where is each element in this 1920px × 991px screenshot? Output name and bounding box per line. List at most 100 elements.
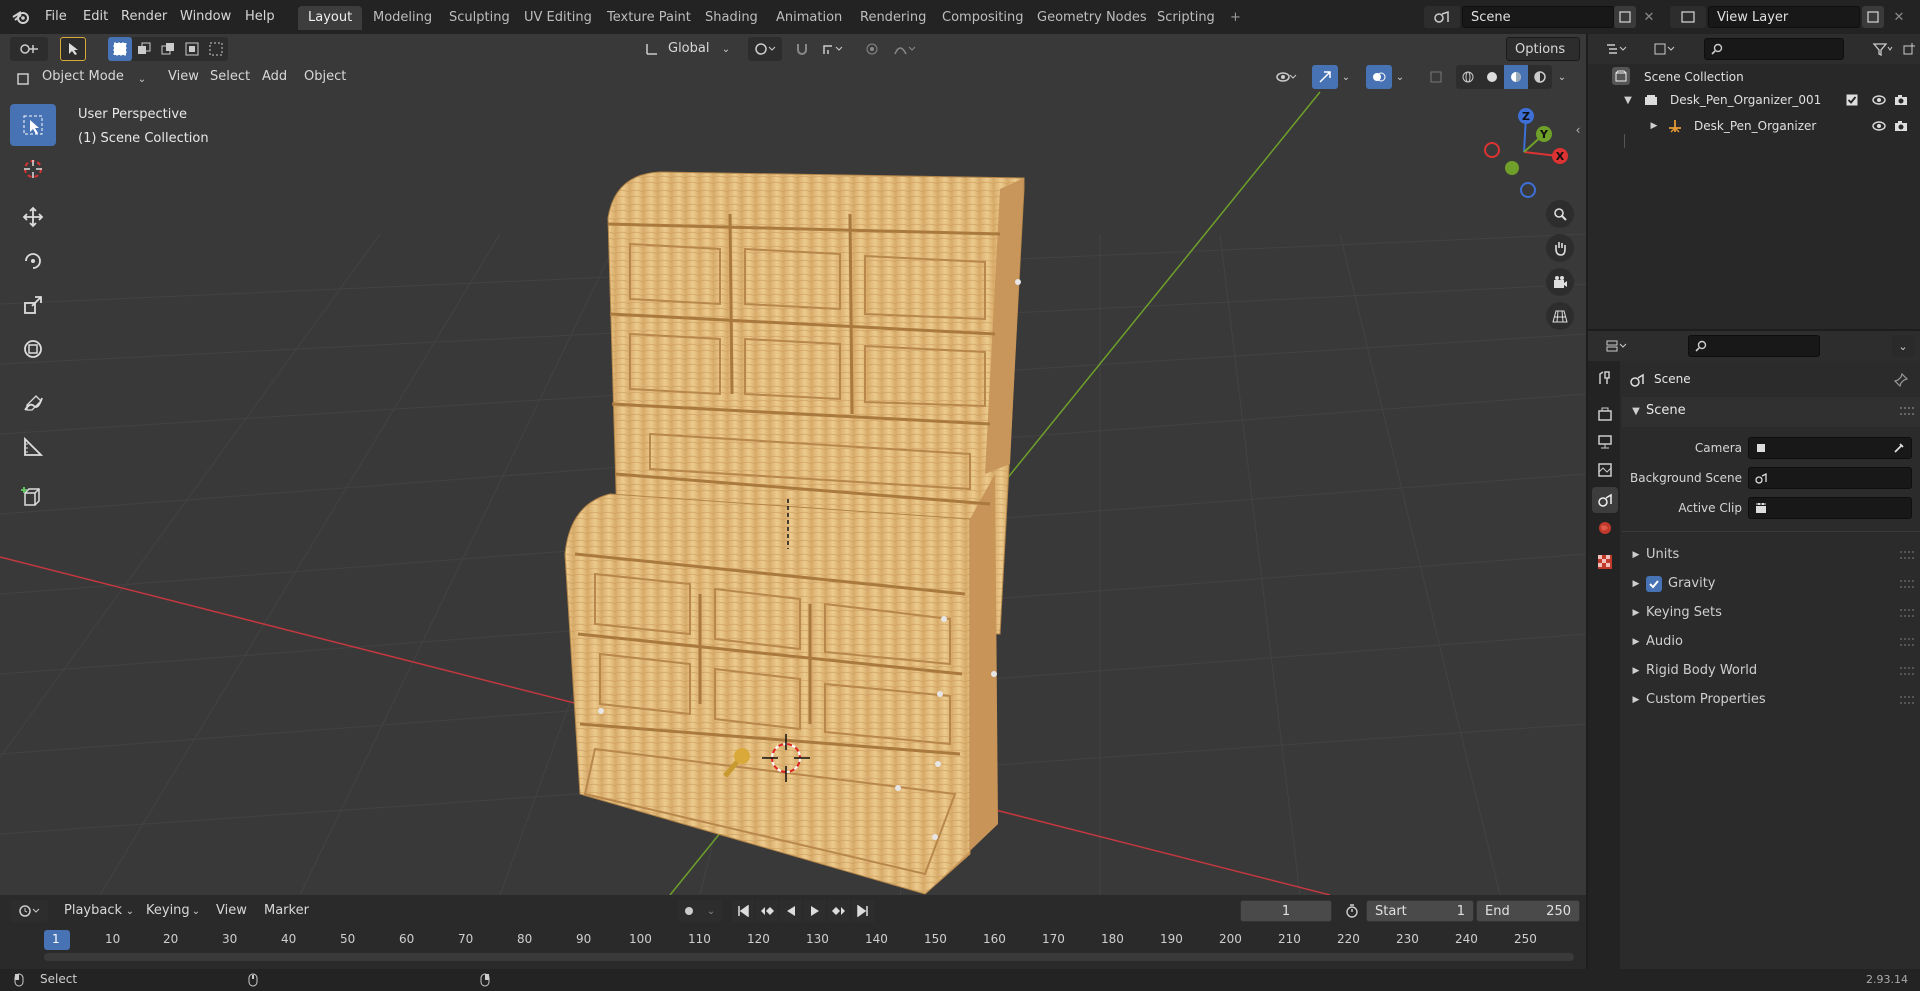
play-icon[interactable]: [804, 900, 826, 922]
render-tab-icon[interactable]: [1592, 401, 1618, 427]
toggle-projection-icon[interactable]: [1546, 302, 1574, 330]
select-new-icon[interactable]: [108, 37, 132, 61]
world-tab-icon[interactable]: [1592, 515, 1618, 541]
auto-keying-icon[interactable]: [678, 900, 700, 922]
mode-dropdown[interactable]: Object Mode: [34, 65, 150, 89]
tab-uv-editing[interactable]: UV Editing: [514, 6, 602, 30]
new-collection-icon[interactable]: [1898, 38, 1920, 60]
transform-icon[interactable]: [10, 328, 56, 370]
tab-rendering[interactable]: Rendering: [850, 6, 936, 30]
proportional-edit-icon[interactable]: [860, 37, 884, 61]
drag-handle-icon[interactable]: [1900, 696, 1914, 704]
close-scene-icon[interactable]: ✕: [1638, 6, 1660, 28]
menu-select[interactable]: Select: [202, 65, 258, 89]
select-extend-icon[interactable]: [132, 37, 156, 61]
select-invert-icon[interactable]: [180, 37, 204, 61]
select-intersect-icon[interactable]: [204, 37, 228, 61]
active-clip-field[interactable]: [1748, 497, 1912, 519]
expand-arrow-icon[interactable]: ▼: [1622, 92, 1634, 108]
scene-panel-header[interactable]: ▼ Scene: [1622, 397, 1920, 427]
snap-icon[interactable]: [790, 37, 814, 61]
timeline-view-menu[interactable]: View: [208, 899, 255, 923]
view-layer-field[interactable]: View Layer: [1708, 6, 1860, 28]
menu-object[interactable]: Object: [296, 65, 354, 89]
keying-sets-panel-header[interactable]: ▶ Keying Sets: [1622, 601, 1920, 625]
start-frame-field[interactable]: Start 1: [1366, 900, 1474, 922]
new-scene-icon[interactable]: [1614, 6, 1636, 28]
drag-handle-icon[interactable]: [1900, 551, 1914, 559]
annotate-icon[interactable]: [10, 382, 56, 424]
outliner-search-input[interactable]: [1704, 38, 1844, 60]
drag-handle-icon[interactable]: [1900, 407, 1914, 415]
jump-to-keyframe-prev-icon[interactable]: [756, 900, 778, 922]
menu-help[interactable]: Help: [240, 6, 280, 28]
units-panel-header[interactable]: ▶ Units: [1622, 543, 1920, 567]
zoom-icon[interactable]: [1546, 200, 1574, 228]
visibility-selectability-icon[interactable]: [1268, 65, 1304, 89]
output-tab-icon[interactable]: [1592, 429, 1618, 455]
viewport-scene[interactable]: [0, 34, 1586, 895]
snap-target-icon[interactable]: [814, 37, 852, 61]
exclude-checkbox-icon[interactable]: [1844, 92, 1860, 108]
drag-handle-icon[interactable]: [1900, 609, 1914, 617]
pivot-point-icon[interactable]: [748, 37, 782, 61]
pan-hand-icon[interactable]: [1546, 234, 1574, 262]
3d-viewport[interactable]: Global ⌄ Options Object Mode ⌄ View Sele…: [0, 34, 1586, 895]
tab-animation[interactable]: Animation: [766, 6, 852, 30]
sidebar-toggle-icon[interactable]: ‹: [1572, 122, 1584, 138]
pin-icon[interactable]: [1892, 371, 1910, 389]
visibility-eye-icon[interactable]: [1870, 118, 1888, 134]
marker-menu[interactable]: Marker: [256, 899, 317, 923]
tab-geometry-nodes[interactable]: Geometry Nodes: [1027, 6, 1157, 30]
tab-scripting[interactable]: Scripting: [1147, 6, 1225, 30]
visibility-eye-icon[interactable]: [1870, 92, 1888, 108]
scene-collection-label[interactable]: Scene Collection: [1644, 68, 1744, 86]
menu-edit[interactable]: Edit: [78, 6, 113, 28]
shading-solid-icon[interactable]: [1480, 65, 1504, 89]
blender-logo-icon[interactable]: [8, 6, 34, 28]
select-box-icon[interactable]: [10, 104, 56, 146]
jump-to-end-icon[interactable]: [852, 900, 874, 922]
properties-search-input[interactable]: [1688, 335, 1820, 357]
shading-material-preview-icon[interactable]: [1504, 65, 1528, 89]
new-view-layer-icon[interactable]: [1862, 6, 1884, 28]
timeline-scrollbar[interactable]: [44, 953, 1574, 961]
drag-handle-icon[interactable]: [1900, 580, 1914, 588]
camera-view-icon[interactable]: [1546, 268, 1574, 296]
end-frame-field[interactable]: End 250: [1476, 900, 1580, 922]
drag-handle-icon[interactable]: [1900, 667, 1914, 675]
expand-arrow-icon[interactable]: ▶: [1648, 118, 1660, 134]
properties-options-chevron-icon[interactable]: ⌄: [1892, 335, 1914, 357]
keying-menu[interactable]: Keying: [138, 899, 198, 923]
desk-pen-organizer-model[interactable]: [564, 171, 1025, 895]
render-camera-icon[interactable]: [1892, 92, 1910, 108]
overlays-toggle-icon[interactable]: [1366, 65, 1392, 89]
gravity-checkbox-icon[interactable]: [1646, 576, 1662, 592]
object-mode-icon[interactable]: [12, 67, 34, 91]
playback-menu[interactable]: Playback: [56, 899, 130, 923]
view-layer-tab-icon[interactable]: [1592, 457, 1618, 483]
scale-icon[interactable]: [10, 284, 56, 326]
audio-panel-header[interactable]: ▶ Audio: [1622, 630, 1920, 654]
shading-dropdown-icon[interactable]: ⌄: [1554, 65, 1570, 89]
add-workspace-button[interactable]: +: [1220, 6, 1251, 30]
gizmo-dropdown-icon[interactable]: ⌄: [1338, 65, 1354, 89]
tab-compositing[interactable]: Compositing: [932, 6, 1034, 30]
close-view-layer-icon[interactable]: ✕: [1888, 6, 1910, 28]
overlays-dropdown-icon[interactable]: ⌄: [1392, 65, 1408, 89]
view-layer-icon[interactable]: [1670, 6, 1706, 28]
render-camera-icon[interactable]: [1892, 118, 1910, 134]
eyedropper-icon[interactable]: [1891, 438, 1907, 458]
custom-properties-panel-header[interactable]: ▶ Custom Properties: [1622, 688, 1920, 712]
outliner-editor-type-icon[interactable]: [1598, 38, 1634, 60]
display-mode-icon[interactable]: [1646, 38, 1682, 60]
proportional-falloff-icon[interactable]: [888, 37, 922, 61]
scene-name-field[interactable]: Scene: [1462, 6, 1614, 28]
navigation-gizmo[interactable]: Z X Y: [1476, 104, 1572, 200]
tool-tab-icon[interactable]: [1592, 365, 1618, 391]
outliner-item-collection[interactable]: Desk_Pen_Organizer_001: [1670, 92, 1821, 108]
gizmo-toggle-icon[interactable]: [1312, 65, 1338, 89]
shading-rendered-icon[interactable]: [1528, 65, 1552, 89]
keying-set-dropdown-icon[interactable]: ⌄: [700, 900, 722, 922]
menu-render[interactable]: Render: [116, 6, 172, 28]
